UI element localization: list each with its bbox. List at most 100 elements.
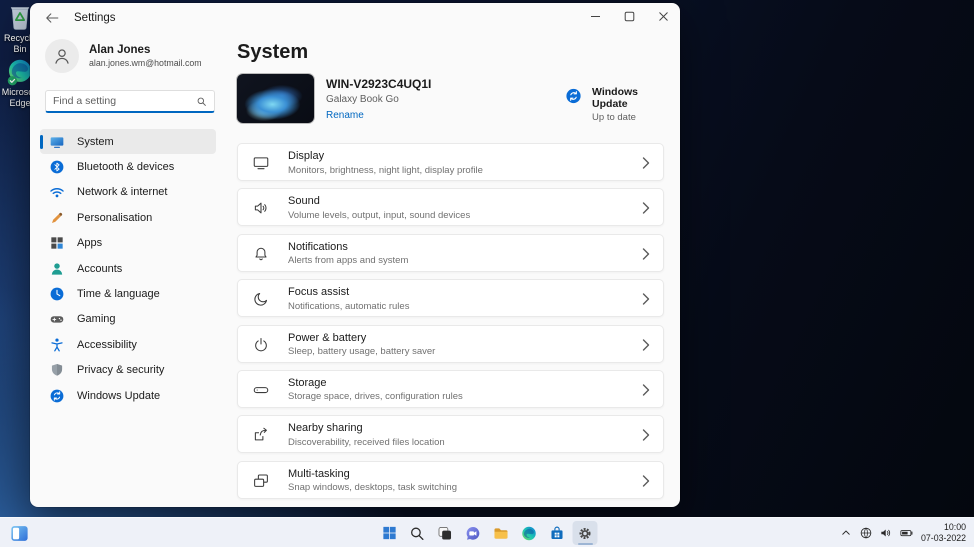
sidebar-item-apps[interactable]: Apps bbox=[40, 231, 216, 256]
search-icon bbox=[409, 525, 426, 542]
minimize-icon bbox=[590, 11, 601, 22]
store-icon bbox=[549, 525, 566, 542]
accounts-icon bbox=[49, 261, 65, 277]
sidebar-item-windows-update[interactable]: Windows Update bbox=[40, 383, 216, 408]
back-button[interactable] bbox=[42, 9, 62, 27]
time-language-icon bbox=[49, 286, 65, 302]
clock-time: 10:00 bbox=[921, 522, 966, 533]
start-button[interactable] bbox=[377, 521, 402, 545]
chat-icon bbox=[465, 525, 482, 542]
settings-card-multi-tasking[interactable]: Multi-tasking Snap windows, desktops, ta… bbox=[237, 461, 664, 499]
widgets-icon bbox=[10, 525, 29, 542]
search-box bbox=[45, 90, 215, 113]
bluetooth-icon bbox=[49, 159, 65, 175]
task-view-button[interactable] bbox=[433, 521, 458, 545]
tray-network-button[interactable] bbox=[856, 521, 876, 545]
minimize-button[interactable] bbox=[578, 3, 612, 30]
sidebar-item-system[interactable]: System bbox=[40, 129, 216, 154]
close-icon bbox=[658, 11, 669, 22]
settings-list: Display Monitors, brightness, night ligh… bbox=[237, 143, 664, 499]
start-icon bbox=[381, 525, 397, 541]
privacy-security-icon bbox=[49, 362, 65, 378]
close-button[interactable] bbox=[646, 3, 680, 30]
network-icon bbox=[49, 184, 65, 200]
chevron-right-icon bbox=[642, 157, 650, 169]
windows-update-icon bbox=[49, 388, 65, 404]
avatar bbox=[45, 39, 79, 73]
windows-update-status[interactable]: Windows Update Up to date bbox=[565, 86, 664, 123]
clock-date: 07-03-2022 bbox=[921, 533, 966, 544]
chevron-right-icon bbox=[642, 339, 650, 351]
settings-card-storage[interactable]: Storage Storage space, drives, configura… bbox=[237, 370, 664, 408]
tray-battery-button[interactable] bbox=[896, 521, 916, 545]
clock[interactable]: 10:00 07-03-2022 bbox=[921, 522, 966, 544]
tray-volume-button[interactable] bbox=[876, 521, 896, 545]
sidebar-item-accessibility[interactable]: Accessibility bbox=[40, 332, 216, 357]
sidebar-item-personalisation[interactable]: Personalisation bbox=[40, 205, 216, 230]
sidebar-item-accounts[interactable]: Accounts bbox=[40, 256, 216, 281]
chevron-up-icon bbox=[840, 527, 852, 539]
user-account[interactable]: Alan Jones alan.jones.wm@hotmail.com bbox=[45, 39, 202, 73]
maximize-icon bbox=[624, 11, 635, 22]
focus-assist-icon bbox=[252, 290, 270, 308]
display-icon bbox=[252, 154, 270, 172]
user-name: Alan Jones bbox=[89, 44, 202, 56]
tray-chevron-button[interactable] bbox=[836, 521, 856, 545]
store-button[interactable] bbox=[545, 521, 570, 545]
network-globe-icon bbox=[859, 526, 873, 540]
page-title: System bbox=[237, 41, 308, 64]
user-email: alan.jones.wm@hotmail.com bbox=[89, 58, 202, 68]
titlebar: Settings bbox=[30, 3, 680, 33]
sidebar-nav: System Bluetooth & devices Network & int… bbox=[40, 129, 216, 408]
taskbar: 10:00 07-03-2022 bbox=[0, 517, 974, 547]
chevron-right-icon bbox=[642, 293, 650, 305]
person-icon bbox=[52, 46, 72, 66]
sync-icon bbox=[565, 86, 582, 106]
settings-card-notifications[interactable]: Notifications Alerts from apps and syste… bbox=[237, 234, 664, 272]
nearby-sharing-icon bbox=[252, 426, 270, 444]
sidebar-item-gaming[interactable]: Gaming bbox=[40, 307, 216, 332]
storage-icon bbox=[252, 381, 270, 399]
settings-taskbar-button[interactable] bbox=[573, 521, 598, 545]
search-input[interactable] bbox=[46, 95, 196, 107]
file-explorer-icon bbox=[493, 525, 510, 542]
update-title: Windows Update bbox=[592, 86, 664, 110]
sidebar: Alan Jones alan.jones.wm@hotmail.com Sys… bbox=[30, 33, 237, 507]
back-arrow-icon bbox=[45, 12, 59, 24]
rename-link[interactable]: Rename bbox=[326, 110, 364, 121]
settings-card-focus-assist[interactable]: Focus assist Notifications, automatic ru… bbox=[237, 279, 664, 317]
speaker-icon bbox=[879, 526, 893, 540]
settings-card-nearby-sharing[interactable]: Nearby sharing Discoverability, received… bbox=[237, 415, 664, 453]
sound-icon bbox=[252, 199, 270, 217]
device-header: WIN-V2923C4UQ1I Galaxy Book Go Rename Wi… bbox=[237, 74, 664, 124]
chevron-right-icon bbox=[642, 202, 650, 214]
battery-icon bbox=[899, 526, 914, 540]
edge-button[interactable] bbox=[517, 521, 542, 545]
sidebar-item-time-language[interactable]: Time & language bbox=[40, 281, 216, 306]
file-explorer-button[interactable] bbox=[489, 521, 514, 545]
maximize-button[interactable] bbox=[612, 3, 646, 30]
sidebar-item-bluetooth-devices[interactable]: Bluetooth & devices bbox=[40, 154, 216, 179]
multitasking-icon bbox=[252, 472, 270, 490]
widgets-button[interactable] bbox=[7, 521, 31, 545]
accessibility-icon bbox=[49, 337, 65, 353]
search-icon bbox=[196, 96, 207, 107]
taskbar-center bbox=[377, 521, 598, 545]
window-title: Settings bbox=[74, 12, 116, 24]
chevron-right-icon bbox=[642, 384, 650, 396]
gaming-icon bbox=[49, 311, 65, 327]
taskbar-search-button[interactable] bbox=[405, 521, 430, 545]
settings-card-power-battery[interactable]: Power & battery Sleep, battery usage, ba… bbox=[237, 325, 664, 363]
settings-card-display[interactable]: Display Monitors, brightness, night ligh… bbox=[237, 143, 664, 181]
settings-gear-icon bbox=[577, 525, 594, 542]
device-name: WIN-V2923C4UQ1I bbox=[326, 77, 431, 91]
device-thumbnail bbox=[237, 74, 314, 123]
power-icon bbox=[252, 336, 270, 354]
personalisation-icon bbox=[49, 210, 65, 226]
notifications-icon bbox=[252, 245, 270, 263]
sidebar-item-network-internet[interactable]: Network & internet bbox=[40, 180, 216, 205]
sidebar-item-privacy-security[interactable]: Privacy & security bbox=[40, 358, 216, 383]
chat-button[interactable] bbox=[461, 521, 486, 545]
chevron-right-icon bbox=[642, 248, 650, 260]
settings-card-sound[interactable]: Sound Volume levels, output, input, soun… bbox=[237, 188, 664, 226]
